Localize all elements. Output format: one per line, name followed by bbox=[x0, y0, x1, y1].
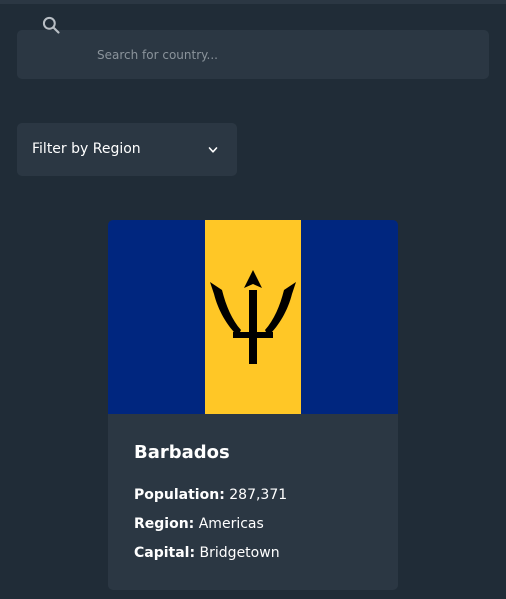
population-label: Population: bbox=[134, 487, 225, 503]
search-input[interactable] bbox=[97, 30, 477, 79]
region-filter-label: Filter by Region bbox=[32, 141, 141, 157]
country-card[interactable]: Barbados Population: 287,371 Region: Ame… bbox=[108, 220, 398, 590]
region-filter-dropdown[interactable]: Filter by Region bbox=[17, 123, 237, 176]
header-bar bbox=[0, 0, 506, 4]
country-name: Barbados bbox=[134, 442, 230, 463]
capital-row: Capital: Bridgetown bbox=[134, 545, 280, 561]
capital-label: Capital: bbox=[134, 545, 196, 561]
chevron-down-icon bbox=[208, 147, 218, 153]
population-value: 287,371 bbox=[229, 487, 288, 503]
search-bar[interactable] bbox=[17, 30, 489, 79]
region-row: Region: Americas bbox=[134, 516, 264, 532]
country-flag bbox=[108, 220, 398, 414]
region-label: Region: bbox=[134, 516, 195, 532]
capital-value: Bridgetown bbox=[199, 545, 280, 561]
search-icon[interactable] bbox=[41, 15, 61, 35]
region-value: Americas bbox=[198, 516, 264, 532]
population-row: Population: 287,371 bbox=[134, 487, 287, 503]
